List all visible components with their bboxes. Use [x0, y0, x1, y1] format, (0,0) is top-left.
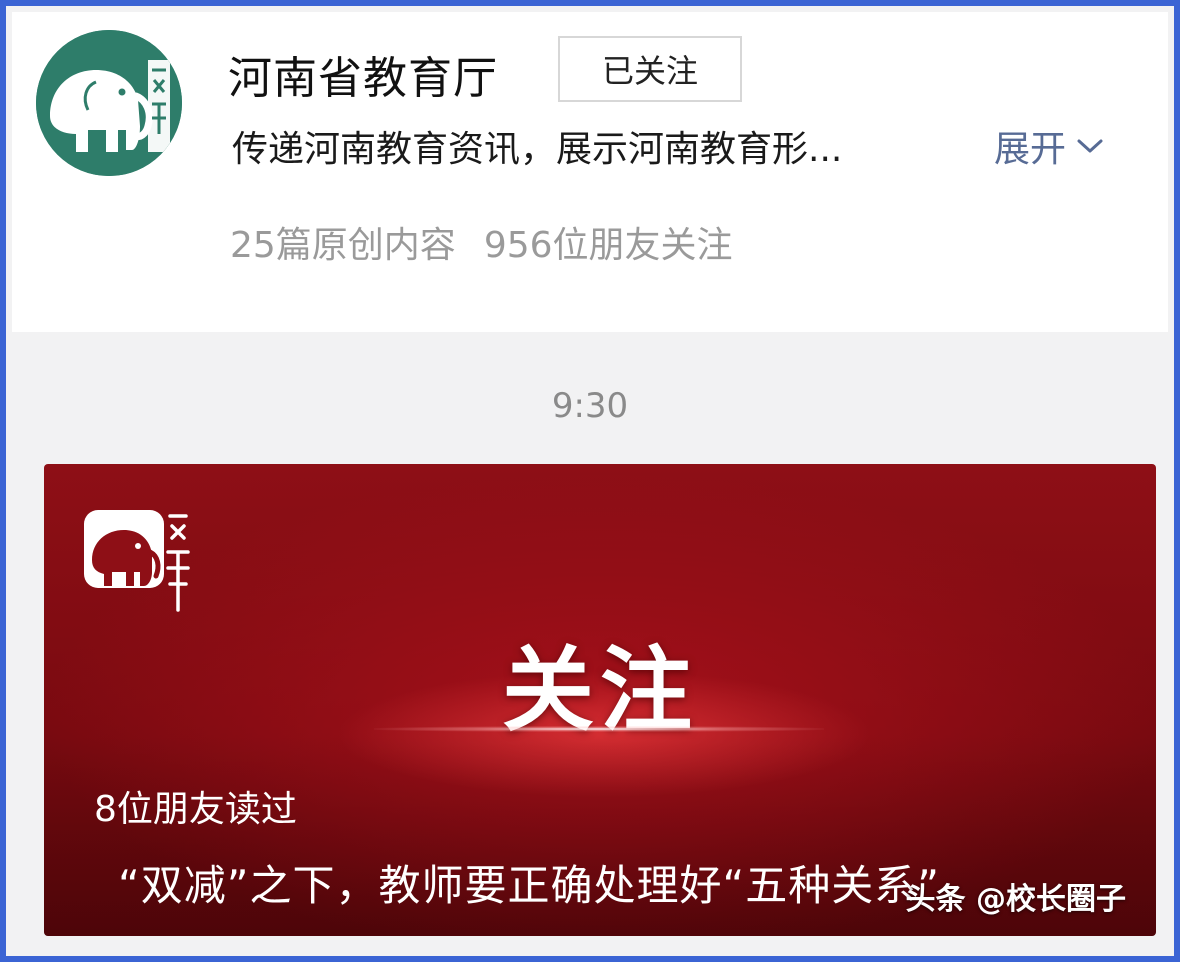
elephant-logo-icon — [36, 30, 182, 176]
account-description: 传递河南教育资讯，展示河南教育形... — [232, 129, 843, 170]
friends-read-count: 8位朋友读过 — [94, 789, 297, 830]
expand-button[interactable]: 展开 — [994, 120, 1104, 172]
account-header: 河南省教育厅 已关注 传递河南教育资讯，展示河南教育形... 展开 25篇原创内… — [12, 12, 1168, 332]
account-stats: 25篇原创内容 956位朋友关注 — [230, 216, 733, 268]
screenshot-frame: 河南省教育厅 已关注 传递河南教育资讯，展示河南教育形... 展开 25篇原创内… — [0, 0, 1180, 962]
original-count: 25篇原创内容 — [230, 225, 456, 266]
account-name: 河南省教育厅 — [228, 53, 498, 104]
cover-glow — [374, 726, 824, 732]
account-avatar[interactable] — [36, 30, 182, 176]
article-title[interactable]: “双减”之下，教师要正确处理好“五种关系” — [118, 852, 940, 913]
card-logo — [82, 506, 200, 614]
elephant-logo-icon — [84, 510, 190, 612]
chevron-down-icon — [1077, 139, 1103, 153]
friends-following-count: 956位朋友关注 — [483, 225, 733, 266]
expand-label: 展开 — [994, 129, 1067, 170]
article-card[interactable]: 关注 8位朋友读过 “双减”之下，教师要正确处理好“五种关系” 头条 @校长圈子 — [44, 464, 1156, 936]
watermark: 头条 @校长圈子 — [905, 882, 1126, 917]
message-timestamp: 9:30 — [551, 386, 629, 426]
followed-button[interactable]: 已关注 — [558, 36, 742, 102]
